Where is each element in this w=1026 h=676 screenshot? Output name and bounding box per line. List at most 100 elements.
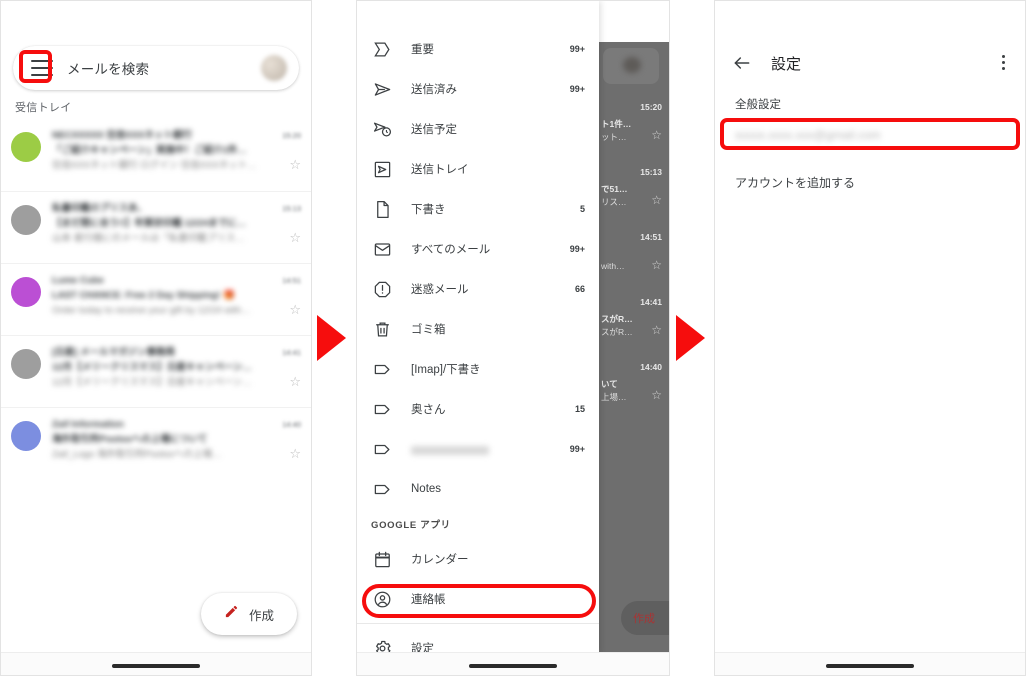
home-indicator-area	[357, 652, 669, 675]
draft-icon	[371, 198, 393, 220]
avatar	[11, 277, 41, 307]
star-icon[interactable]: ☆	[283, 446, 301, 462]
account-row[interactable]: xxxxx.xxxx.xxx@gmail.com	[715, 119, 1025, 151]
settings-screen: 設定 全般設定 xxxxx.xxxx.xxx@gmail.com アカウントを追…	[715, 1, 1025, 675]
kebab-menu-icon[interactable]	[995, 55, 1011, 70]
avatar	[11, 349, 41, 379]
email-meta: 15:20 ☆	[267, 129, 301, 173]
email-snippet: リス…	[601, 197, 627, 207]
drawer-item-label: [Imap]/下書き	[411, 364, 481, 376]
hamburger-menu-icon[interactable]	[31, 60, 53, 76]
drawer-item-contacts[interactable]: 連絡帳	[357, 579, 599, 619]
drawer-item-outbox[interactable]: 送信トレイ	[357, 149, 599, 189]
outbox-icon	[371, 158, 393, 180]
email-sender: [日産] メールマガジン事務局	[52, 347, 175, 358]
drawer-item-count: 15	[574, 404, 585, 414]
trash-icon	[371, 318, 393, 340]
star-icon[interactable]: ☆	[283, 302, 301, 318]
star-icon[interactable]: ☆	[651, 388, 662, 402]
email-time: 15:13	[640, 167, 662, 177]
table-row[interactable]: 私書印鑑のプリスあ、 【まだ間に合う!!】年賀状印鑑 12/24までに… 山本 …	[1, 191, 311, 263]
table-row[interactable]: Zaif Information 海外取引所Poolooへの上場について Zai…	[1, 407, 311, 479]
drawer-item-count: 99+	[569, 244, 585, 254]
email-time: 14:40	[640, 362, 662, 372]
drawer-item-label: 送信済み	[411, 84, 457, 96]
drawer-item-label: 連絡帳	[411, 594, 446, 606]
drawer-item-notes[interactable]: Notes	[357, 469, 599, 509]
label-tag-icon	[371, 398, 393, 420]
label-tag-icon	[371, 438, 393, 460]
table-row[interactable]: Lume Cube LAST CHANCE: Free 2 Day Shippi…	[1, 263, 311, 335]
star-icon[interactable]: ☆	[283, 157, 301, 173]
calendar-icon	[371, 548, 393, 570]
account-avatar[interactable]	[261, 55, 287, 81]
email-content: NECXXXXX 住信XXXネット銀行 「ご紹介キャンペーン」実施中！ご紹介1件…	[52, 129, 267, 172]
arrow-back-icon[interactable]	[731, 52, 753, 74]
drawer-item-scheduled[interactable]: 送信予定	[357, 109, 599, 149]
drawer-item-drafts[interactable]: 下書き 5	[357, 189, 599, 229]
drawer-item-label: 奥さん	[411, 404, 446, 416]
avatar	[11, 421, 41, 451]
email-content: Zaif Information 海外取引所Poolooへの上場について Zai…	[52, 418, 267, 461]
star-icon[interactable]: ☆	[651, 258, 662, 272]
add-account-row[interactable]: アカウントを追加する	[715, 166, 1025, 198]
home-indicator[interactable]	[826, 664, 914, 668]
email-time: 14:51	[640, 232, 662, 242]
drawer-item-sent[interactable]: 送信済み 99+	[357, 69, 599, 109]
drawer-item-trash[interactable]: ゴミ箱	[357, 309, 599, 349]
table-row[interactable]: [日産] メールマガジン事務局 12月【メリークリスマス】日産キャンペーン… 1…	[1, 335, 311, 407]
email-snippet: Order today to receive your gift by 12/2…	[52, 305, 251, 316]
settings-app-bar: 設定	[715, 43, 1025, 83]
email-subject: で51…	[601, 184, 628, 194]
drawer-item-calendar[interactable]: カレンダー	[357, 539, 599, 579]
all-mail-icon	[371, 238, 393, 260]
drawer-item-spam[interactable]: 迷惑メール 66	[357, 269, 599, 309]
compose-label: 作成	[633, 613, 655, 625]
email-list[interactable]: NECXXXXX 住信XXXネット銀行 「ご紹介キャンペーン」実施中！ご紹介1件…	[1, 119, 311, 653]
email-time: 15:13	[282, 204, 301, 213]
compose-button[interactable]: 作成	[201, 593, 297, 635]
email-meta: 14:41 ☆	[267, 346, 301, 390]
home-indicator[interactable]	[112, 664, 200, 668]
email-content: 私書印鑑のプリスあ、 【まだ間に合う!!】年賀状印鑑 12/24までに… 山本 …	[52, 202, 267, 245]
right-triangle-arrow	[676, 315, 705, 361]
email-subject: 【まだ間に合う!!】年賀状印鑑 12/24までに…	[52, 218, 247, 229]
email-subject: LAST CHANCE: Free 2 Day Shipping! 🎁	[52, 290, 235, 301]
drawer-item-label: 迷惑メール	[411, 284, 469, 296]
account-email-label: xxxxx.xxxx.xxx@gmail.com	[735, 128, 881, 142]
star-icon[interactable]: ☆	[651, 128, 662, 142]
drawer-item-label-redacted[interactable]: 99+	[357, 429, 599, 469]
table-row[interactable]: NECXXXXX 住信XXXネット銀行 「ご紹介キャンペーン」実施中！ご紹介1件…	[1, 119, 311, 191]
star-icon[interactable]: ☆	[651, 323, 662, 337]
drawer-item-important[interactable]: 重要 99+	[357, 29, 599, 69]
star-icon[interactable]: ☆	[283, 374, 301, 390]
email-time: 14:41	[282, 348, 301, 357]
drawer-item-count: 99+	[569, 84, 585, 94]
email-meta: 15:13 ☆	[267, 202, 301, 246]
email-subject: 12月【メリークリスマス】日産キャンペーン…	[52, 362, 252, 373]
home-indicator[interactable]	[469, 664, 557, 668]
dimmed-inbox-scrim[interactable]: 15:20 ト1件… ット… ☆ 15:13 で51… リス… ☆ 14:51 …	[597, 42, 669, 653]
drawer-item-count: 66	[574, 284, 585, 294]
star-icon[interactable]: ☆	[283, 230, 301, 246]
phone-panel-inbox: メールを検索 受信トレイ NECXXXXX 住信XXXネット銀行 「ご紹介キャン…	[0, 0, 312, 676]
drawer-screen: 15:20 ト1件… ット… ☆ 15:13 で51… リス… ☆ 14:51 …	[357, 1, 669, 675]
compose-button[interactable]: 作成	[621, 601, 669, 635]
settings-section-header: 全般設定	[735, 99, 781, 111]
drawer-item-label-wife[interactable]: 奥さん 15	[357, 389, 599, 429]
drawer-item-imap-drafts[interactable]: [Imap]/下書き	[357, 349, 599, 389]
drawer-item-all-mail[interactable]: すべてのメール 99+	[357, 229, 599, 269]
search-bar[interactable]: メールを検索	[13, 46, 299, 90]
compose-label: 作成	[248, 608, 274, 623]
label-tag-icon	[371, 478, 393, 500]
email-time: 14:40	[282, 420, 301, 429]
email-subject: 「ご紹介キャンペーン」実施中！ご紹介1件…	[52, 145, 247, 156]
star-icon[interactable]: ☆	[651, 193, 662, 207]
search-input-placeholder[interactable]: メールを検索	[67, 58, 261, 78]
drawer-item-label: 下書き	[411, 204, 446, 216]
drawer-item-label: 送信トレイ	[411, 164, 469, 176]
drawer-item-label	[411, 446, 489, 455]
email-time: 14:51	[282, 276, 301, 285]
email-subject: スがR…	[601, 314, 633, 324]
email-sender: NECXXXXX 住信XXXネット銀行	[52, 130, 192, 141]
